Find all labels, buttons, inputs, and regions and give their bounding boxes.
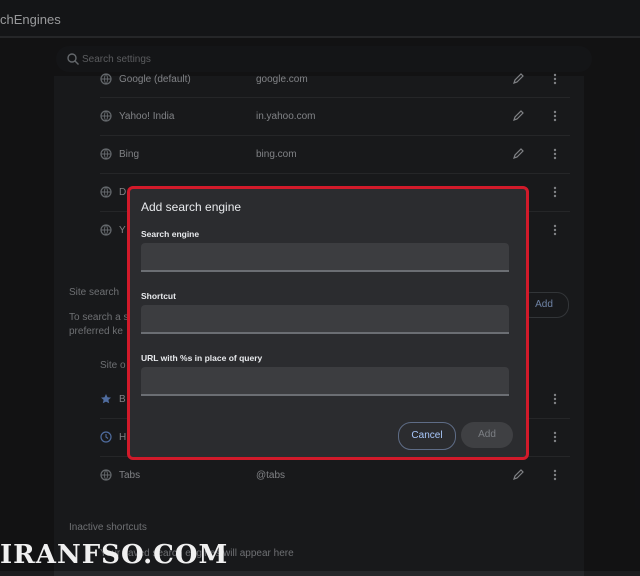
dialog-title: Add search engine	[141, 200, 242, 214]
shortcut-label: Shortcut	[141, 291, 176, 301]
url-label: URL with %s in place of query	[141, 353, 263, 363]
search-engine-label: Search engine	[141, 229, 200, 239]
cancel-button[interactable]: Cancel	[398, 422, 456, 450]
url-input[interactable]	[141, 367, 509, 396]
shortcut-input[interactable]	[141, 305, 509, 334]
search-engine-input[interactable]	[141, 243, 509, 272]
add-search-engine-dialog: Add search engine Search engine Shortcut…	[127, 186, 529, 460]
add-button[interactable]: Add	[461, 422, 513, 448]
watermark: IRANFSO.COM	[0, 540, 229, 570]
